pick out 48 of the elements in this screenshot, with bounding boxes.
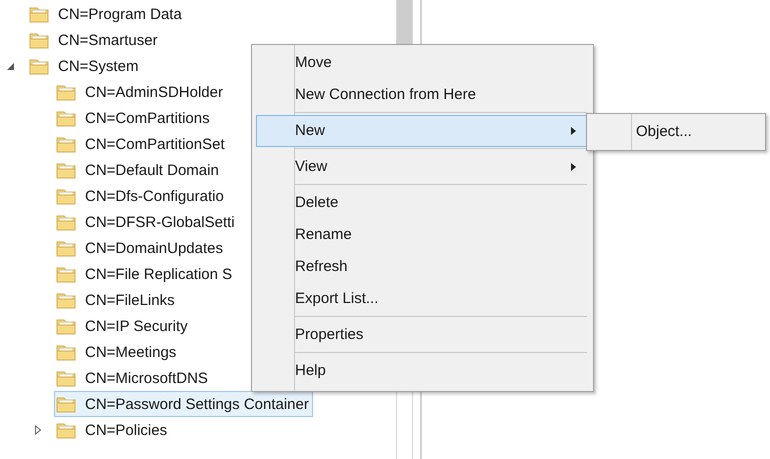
- menu-item[interactable]: Properties: [256, 319, 587, 351]
- menu-item[interactable]: Delete: [256, 187, 587, 219]
- folder-icon: [56, 422, 76, 438]
- folder-icon: [56, 240, 76, 256]
- menu-item[interactable]: Move: [256, 47, 587, 79]
- tree-item[interactable]: CN=Password Settings Container: [54, 391, 313, 417]
- tree-item[interactable]: CN=Policies: [54, 417, 172, 443]
- tree-item[interactable]: CN=AdminSDHolder: [54, 79, 227, 105]
- tree-item[interactable]: CN=File Replication S: [54, 261, 236, 287]
- folder-icon: [29, 32, 49, 48]
- menu-item[interactable]: Object...: [591, 116, 761, 148]
- expand-arrow-icon[interactable]: [34, 425, 42, 435]
- tree-item[interactable]: CN=MicrosoftDNS: [54, 365, 212, 391]
- folder-icon: [29, 6, 49, 22]
- folder-icon: [56, 370, 76, 386]
- menu-item[interactable]: Export List...: [256, 283, 587, 315]
- tree-item[interactable]: CN=Meetings: [54, 339, 180, 365]
- folder-icon: [56, 110, 76, 126]
- folder-icon: [56, 396, 76, 412]
- folder-icon: [56, 162, 76, 178]
- folder-icon: [56, 344, 76, 360]
- menu-item[interactable]: New Connection from Here: [256, 79, 587, 111]
- menu-item[interactable]: New: [256, 115, 587, 147]
- tree-item[interactable]: CN=Program Data: [27, 1, 186, 27]
- tree-item[interactable]: CN=System: [27, 53, 142, 79]
- scrollbar-thumb[interactable]: [397, 0, 412, 45]
- menu-item[interactable]: Rename: [256, 219, 587, 251]
- menu-item[interactable]: Refresh: [256, 251, 587, 283]
- tree-item[interactable]: CN=ComPartitions: [54, 105, 214, 131]
- menu-item[interactable]: Help: [256, 355, 587, 387]
- folder-icon: [29, 58, 49, 74]
- tree-item[interactable]: CN=FileLinks: [54, 287, 179, 313]
- tree-item[interactable]: CN=IP Security: [54, 313, 192, 339]
- tree-item[interactable]: CN=ComPartitionSet: [54, 131, 229, 157]
- folder-icon: [56, 214, 76, 230]
- folder-icon: [56, 266, 76, 282]
- tree-item[interactable]: CN=Dfs-Configuratio: [54, 183, 228, 209]
- folder-icon: [56, 318, 76, 334]
- tree-item[interactable]: CN=DFSR-GlobalSetti: [54, 209, 239, 235]
- folder-icon: [56, 84, 76, 100]
- folder-icon: [56, 136, 76, 152]
- menu-item[interactable]: View: [256, 151, 587, 183]
- collapse-arrow-icon[interactable]: [7, 61, 15, 71]
- tree-item[interactable]: CN=Smartuser: [27, 27, 162, 53]
- folder-icon: [56, 188, 76, 204]
- tree-item[interactable]: CN=DomainUpdates: [54, 235, 227, 261]
- folder-icon: [56, 292, 76, 308]
- tree-item[interactable]: CN=Default Domain: [54, 157, 223, 183]
